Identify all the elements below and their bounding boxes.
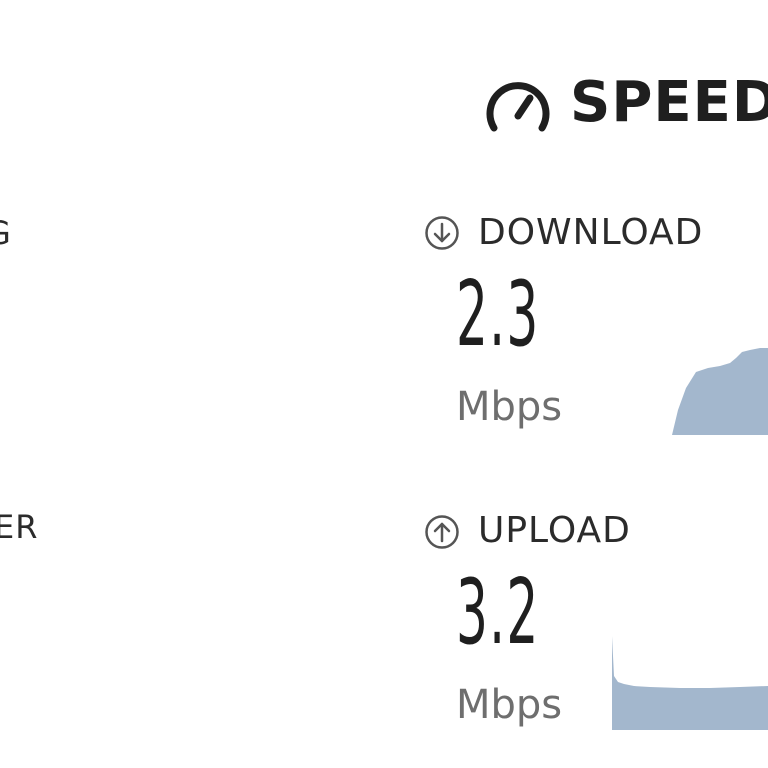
speedtest-results-panel: G ER SPEED DOWNLOAD 2.3 Mbps UPLOAD 3.2 … xyxy=(0,0,768,768)
download-value: 2.3 xyxy=(456,262,540,367)
upload-value: 3.2 xyxy=(456,560,540,665)
left-label-fragment-bottom: ER xyxy=(0,508,39,546)
download-label: DOWNLOAD xyxy=(478,212,704,253)
left-label-fragment-top: G xyxy=(0,214,12,252)
upload-unit: Mbps xyxy=(456,682,563,728)
app-logo-text: SPEED xyxy=(570,70,768,135)
speedometer-icon xyxy=(486,82,550,132)
upload-speed-graph xyxy=(612,636,768,730)
download-speed-graph xyxy=(672,348,768,435)
arrow-down-circle-icon xyxy=(425,216,459,250)
download-unit: Mbps xyxy=(456,384,563,430)
upload-label: UPLOAD xyxy=(478,510,631,551)
arrow-up-circle-icon xyxy=(425,515,459,549)
